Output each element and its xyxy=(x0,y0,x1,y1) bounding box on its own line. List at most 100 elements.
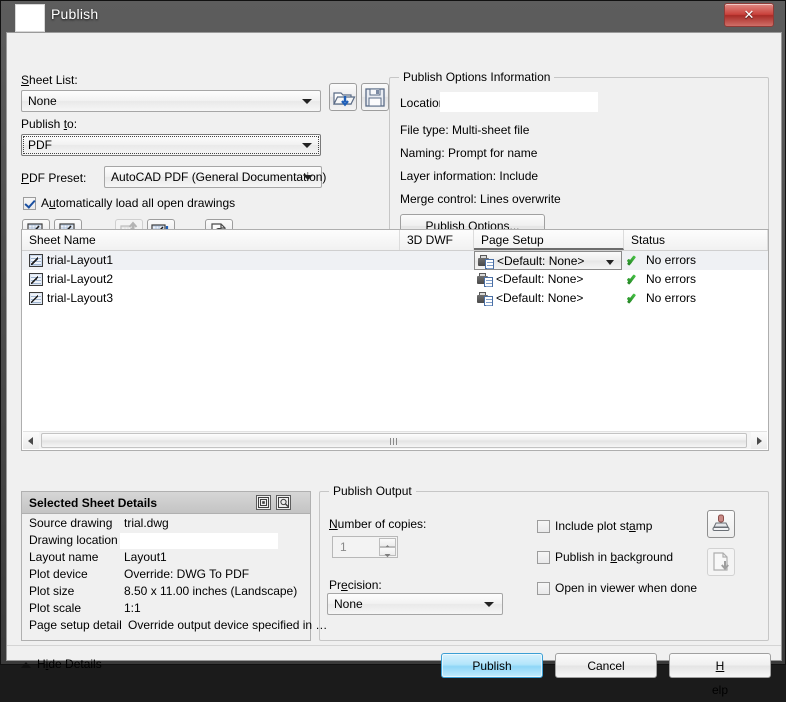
page-setup-icon xyxy=(478,255,495,269)
cancel-button[interactable]: Cancel xyxy=(555,653,657,678)
detail-key: Source drawing xyxy=(29,516,113,530)
auto-load-label: Automatically load all open drawings xyxy=(41,196,236,210)
scroll-right-icon[interactable] xyxy=(751,432,767,449)
table-horizontal-scrollbar[interactable] xyxy=(23,431,767,449)
include-plot-stamp-checkbox[interactable] xyxy=(537,520,550,533)
open-in-viewer-checkbox[interactable] xyxy=(537,582,550,595)
detail-value xyxy=(120,533,278,549)
layout-icon xyxy=(29,273,43,286)
sheet-list-dropdown[interactable]: None xyxy=(21,90,321,112)
sheet-list-table[interactable]: Sheet Name 3D DWF Page Setup Status tria… xyxy=(21,229,769,451)
number-of-copies-stepper[interactable]: 1 xyxy=(332,536,398,558)
close-icon[interactable]: ✕ xyxy=(724,3,774,27)
chevron-down-icon xyxy=(302,143,312,148)
include-plot-stamp-label: Include plot stamp xyxy=(555,519,653,533)
floppy-disk-icon xyxy=(365,88,385,107)
publish-to-dropdown[interactable]: PDF xyxy=(21,134,321,156)
help-button-label: Help xyxy=(711,659,728,697)
layout-icon xyxy=(29,292,43,305)
chevron-down-icon xyxy=(303,175,313,180)
sheet-list-label: Sheet List: xyxy=(21,73,78,87)
cancel-button-label: Cancel xyxy=(587,659,625,673)
publish-in-background-label: Publish in background xyxy=(555,550,674,564)
cell-status: No errors xyxy=(646,272,697,286)
number-of-copies-label: Number of copies: xyxy=(329,517,427,531)
details-list-icon[interactable] xyxy=(256,495,271,510)
detail-value: 1:1 xyxy=(124,601,141,615)
table-row[interactable]: trial-Layout2 <Default: None> No errors xyxy=(22,270,768,289)
column-header-page-setup[interactable]: Page Setup xyxy=(474,230,624,250)
page-setup-icon xyxy=(477,273,494,287)
detail-row: Page setup detail Override output device… xyxy=(22,617,327,634)
layout-icon xyxy=(29,254,43,267)
detail-row: Plot device Override: DWG To PDF xyxy=(22,566,310,583)
plot-stamp-settings-icon xyxy=(712,514,730,531)
detail-row: Drawing location xyxy=(22,532,310,549)
cell-page-setup: <Default: None> xyxy=(496,291,584,305)
publish-dialog-window: Publish ✕ Sheet List: None Publish to: P… xyxy=(0,0,786,697)
publish-output-group: Publish Output xyxy=(319,484,769,641)
detail-value: Override output device specified in … xyxy=(128,618,328,632)
load-sheet-list-button[interactable] xyxy=(329,83,357,111)
page-setup-dropdown[interactable]: <Default: None> xyxy=(474,251,622,270)
detail-value: Override: DWG To PDF xyxy=(124,567,250,581)
cell-page-setup: <Default: None> xyxy=(497,254,585,268)
details-preview-icon[interactable] xyxy=(276,495,291,510)
pdf-preset-dropdown[interactable]: AutoCAD PDF (General Documentation) xyxy=(104,166,326,188)
publish-output-title: Publish Output xyxy=(329,484,416,498)
chevron-down-icon xyxy=(302,99,312,104)
detail-row: Plot scale 1:1 xyxy=(22,600,310,617)
publish-to-label: Publish to: xyxy=(21,117,78,131)
stepper-down-icon[interactable] xyxy=(379,547,396,558)
publish-in-background-checkbox[interactable] xyxy=(537,551,550,564)
pdf-preset-label: PDF Preset: xyxy=(21,171,87,185)
scrollbar-thumb[interactable] xyxy=(41,433,747,448)
open-folder-icon xyxy=(333,92,356,107)
column-header-sheet-name[interactable]: Sheet Name xyxy=(22,230,400,250)
help-button[interactable]: Help xyxy=(669,653,771,697)
publish-options-information-title: Publish Options Information xyxy=(399,70,555,84)
status-ok-icon xyxy=(626,254,642,268)
precision-dropdown[interactable]: None xyxy=(327,593,503,615)
close-glyph: ✕ xyxy=(743,7,755,22)
plot-stamp-settings-button[interactable] xyxy=(707,510,735,538)
column-header-3d-dwf[interactable]: 3D DWF xyxy=(400,230,474,250)
window-title: Publish xyxy=(51,6,99,22)
precision-value: None xyxy=(334,597,363,611)
footer-divider xyxy=(7,645,781,646)
number-of-copies-value: 1 xyxy=(340,540,347,554)
scroll-left-icon[interactable] xyxy=(23,432,39,449)
detail-key: Page setup detail xyxy=(29,618,122,632)
page-setup-icon xyxy=(477,292,494,306)
table-row[interactable]: trial-Layout3 <Default: None> No errors xyxy=(22,289,768,308)
cell-sheet-name: trial-Layout3 xyxy=(47,291,114,305)
detail-value: Layout1 xyxy=(124,550,167,564)
detail-value: trial.dwg xyxy=(124,516,169,530)
publish-button[interactable]: Publish xyxy=(441,653,543,678)
stepper-up-icon[interactable] xyxy=(379,538,396,549)
app-icon xyxy=(15,4,45,32)
file-type-text: File type: Multi-sheet file xyxy=(400,123,530,137)
details-header: Selected Sheet Details xyxy=(22,492,310,514)
chevron-down-icon xyxy=(606,260,614,265)
open-in-viewer-label: Open in viewer when done xyxy=(555,581,698,595)
naming-text: Naming: Prompt for name xyxy=(400,146,538,160)
dialog-client-area: Sheet List: None Publish to: PDF PDF Pre… xyxy=(6,32,782,697)
details-title: Selected Sheet Details xyxy=(29,496,158,510)
merge-control-text: Merge control: Lines overwrite xyxy=(400,192,561,206)
column-header-status[interactable]: Status xyxy=(624,230,768,250)
detail-row: Source drawing trial.dwg xyxy=(22,515,310,532)
detail-row: Plot size 8.50 x 11.00 inches (Landscape… xyxy=(22,583,310,600)
chevron-down-icon xyxy=(484,602,494,607)
table-row[interactable]: trial-Layout1 <Default: None> No errors xyxy=(22,251,768,270)
auto-load-checkbox[interactable] xyxy=(23,197,36,210)
table-header-row: Sheet Name 3D DWF Page Setup Status xyxy=(22,230,768,251)
publish-options-information-group: Publish Options Information Location: Fi… xyxy=(389,70,769,245)
save-sheet-list-button[interactable] xyxy=(361,83,389,111)
detail-key: Plot device xyxy=(29,567,88,581)
cell-status: No errors xyxy=(646,291,697,305)
detail-row: Layout name Layout1 xyxy=(22,549,310,566)
detail-key: Plot scale xyxy=(29,601,82,615)
publish-button-label: Publish xyxy=(472,659,512,673)
hide-details-toggle[interactable]: Hide Details xyxy=(37,657,102,671)
